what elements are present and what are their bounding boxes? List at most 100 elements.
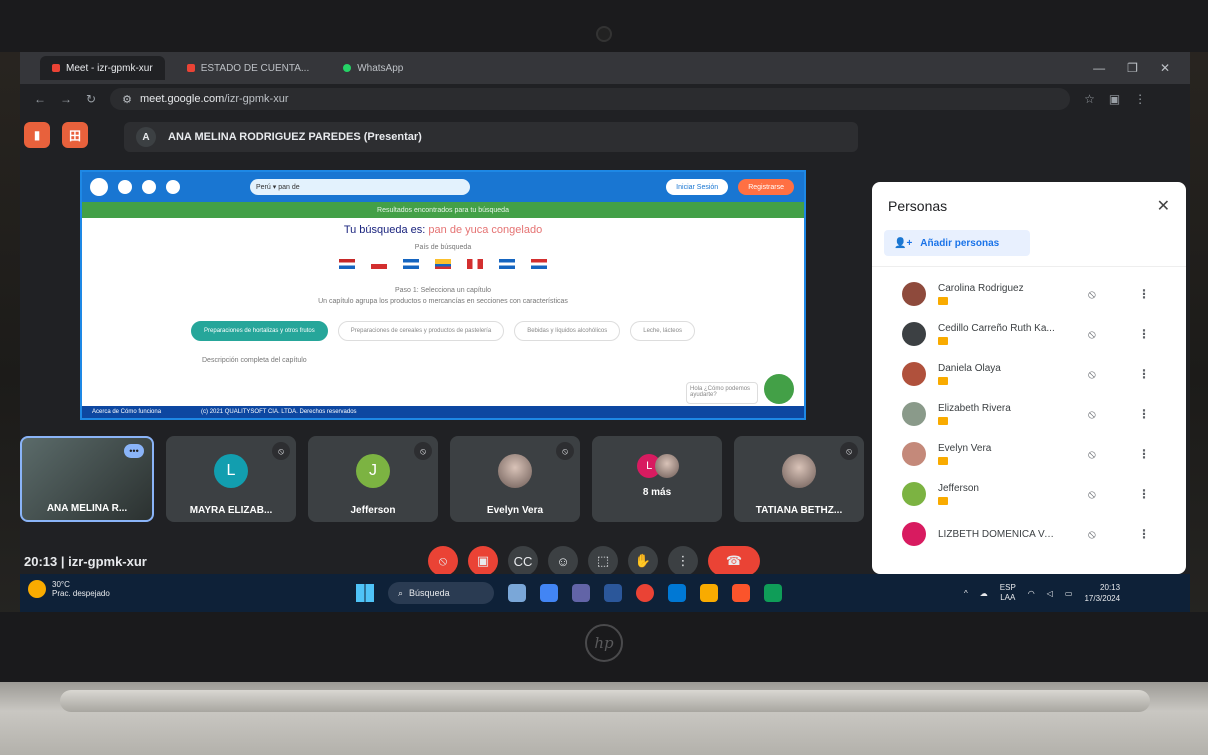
mic-off-icon[interactable]: ⦸ <box>1088 287 1096 302</box>
language-indicator[interactable]: ESP LAA <box>1000 583 1016 603</box>
presenter-bar: A ANA MELINA RODRIGUEZ PAREDES (Presenta… <box>124 122 858 152</box>
flag-icon <box>467 259 483 269</box>
more-options-icon[interactable]: ⋮ <box>1138 367 1150 381</box>
flag-icon <box>339 259 355 269</box>
close-icon[interactable]: ✕ <box>1157 196 1170 216</box>
description-label: Descripción completa del capítulo <box>202 357 307 364</box>
mic-off-icon[interactable]: ⦸ <box>1088 487 1096 502</box>
address-bar[interactable]: ⚙ meet.google.com/izr-gpmk-xur <box>110 88 1071 110</box>
calculator-app-icon[interactable] <box>764 584 782 602</box>
more-options-icon[interactable]: ⋮ <box>1138 407 1150 421</box>
presenting-icon <box>938 497 948 505</box>
minimize-icon[interactable]: — <box>1093 61 1105 75</box>
tab-whatsapp[interactable]: WhatsApp <box>331 56 415 80</box>
panel-title: Personas <box>888 198 948 214</box>
mic-off-icon[interactable]: ⦸ <box>1088 527 1096 542</box>
chrome-app-icon[interactable] <box>636 584 654 602</box>
people-list: Carolina Rodriguez ⦸ ⋮ Cedillo Carreño R… <box>872 274 1186 554</box>
more-options-icon[interactable]: ⋮ <box>1138 527 1150 541</box>
tab-label: WhatsApp <box>357 62 404 74</box>
reload-icon[interactable]: ↻ <box>86 92 96 106</box>
results-banner: Resultados encontrados para tu búsqueda <box>82 202 804 218</box>
word-app-icon[interactable] <box>604 584 622 602</box>
participant-tile[interactable]: ⦸ J Jefferson <box>308 436 438 522</box>
person-row[interactable]: Cedillo Carreño Ruth Ka... ⦸ ⋮ <box>902 314 1186 354</box>
more-options-icon[interactable]: ⋮ <box>1138 327 1150 341</box>
weather-temp: 30°C <box>52 580 70 589</box>
back-icon[interactable]: ← <box>34 92 46 106</box>
register-button: Registrarse <box>738 179 794 195</box>
person-row[interactable]: Elizabeth Rivera ⦸ ⋮ <box>902 394 1186 434</box>
mic-off-icon[interactable]: ⦸ <box>1088 447 1096 462</box>
menu-icon[interactable]: ⋮ <box>1134 92 1146 106</box>
person-name: Elizabeth Rivera <box>938 403 1011 414</box>
person-row[interactable]: Evelyn Vera ⦸ ⋮ <box>902 434 1186 474</box>
person-row[interactable]: Daniela Olaya ⦸ ⋮ <box>902 354 1186 394</box>
more-options-icon[interactable]: ••• <box>124 444 144 458</box>
laptop-screen: Meet - izr-gpmk-xur ESTADO DE CUENTA... … <box>20 52 1190 612</box>
participant-name: MAYRA ELIZAB... <box>189 505 273 516</box>
brave-app-icon[interactable] <box>732 584 750 602</box>
participant-tile[interactable]: ⦸ TATIANA BETHZ... <box>734 436 864 522</box>
wifi-icon[interactable]: ◠ <box>1028 589 1035 598</box>
chevron-up-icon[interactable]: ^ <box>964 589 968 598</box>
restore-icon[interactable]: ❐ <box>1127 61 1138 75</box>
more-options-button[interactable]: ⋮ <box>668 546 698 576</box>
star-icon[interactable]: ☆ <box>1084 92 1095 106</box>
more-options-icon[interactable]: ⋮ <box>1138 487 1150 501</box>
volume-icon[interactable]: ◁ <box>1047 589 1053 598</box>
battery-icon[interactable]: ▭ <box>1065 589 1073 598</box>
tab-meet[interactable]: Meet - izr-gpmk-xur <box>40 56 165 80</box>
person-row[interactable]: LIZBETH DOMENICA VA... ⦸ ⋮ <box>902 514 1186 554</box>
country-flags <box>82 259 804 269</box>
more-options-icon[interactable]: ⋮ <box>1138 287 1150 301</box>
flag-circle-icon <box>166 180 180 194</box>
mic-off-icon[interactable]: ⦸ <box>1088 367 1096 382</box>
person-name: Carolina Rodriguez <box>938 283 1024 294</box>
weather-widget[interactable]: 30°C Prac. despejado <box>28 580 110 598</box>
captions-button[interactable]: CC <box>508 546 538 576</box>
participant-tile-self[interactable]: ••• ANA MELINA R... <box>20 436 154 522</box>
search-title: Tu búsqueda es: pan de yuca congelado <box>82 224 804 236</box>
cloud-icon[interactable]: ☁ <box>980 589 988 598</box>
participant-tile[interactable]: ⦸ Evelyn Vera <box>450 436 580 522</box>
participant-photo <box>655 454 680 478</box>
more-options-icon[interactable]: ⋮ <box>1138 447 1150 461</box>
file-app-icon[interactable] <box>540 584 558 602</box>
person-name: Daniela Olaya <box>938 363 1001 374</box>
file-explorer-icon[interactable] <box>700 584 718 602</box>
site-info-icon[interactable]: ⚙ <box>122 93 132 106</box>
whiteboard-icon[interactable]: 田 <box>62 122 88 148</box>
webcam <box>596 26 612 42</box>
clock[interactable]: 20:13 17/3/2024 <box>1084 582 1120 604</box>
close-window-icon[interactable]: ✕ <box>1160 61 1170 75</box>
extensions-icon[interactable]: ▣ <box>1109 92 1120 106</box>
emoji-button[interactable]: ☺ <box>548 546 578 576</box>
site-search: Perú ▾ pan de <box>250 179 470 195</box>
add-people-button[interactable]: 👤+ Añadir personas <box>884 230 1030 256</box>
taskbar-search[interactable]: ⌕ Búsqueda <box>388 582 494 604</box>
store-app-icon[interactable] <box>668 584 686 602</box>
teams-app-icon[interactable] <box>572 584 590 602</box>
widgets-app-icon[interactable] <box>508 584 526 602</box>
windows-start-icon[interactable] <box>356 584 374 602</box>
person-row[interactable]: Carolina Rodriguez ⦸ ⋮ <box>902 274 1186 314</box>
mic-off-button[interactable]: ⦸ <box>428 546 458 576</box>
present-button[interactable]: ⬚ <box>588 546 618 576</box>
end-call-button[interactable]: ☎ <box>708 546 760 576</box>
activities-icon[interactable]: ▮ <box>24 122 50 148</box>
participant-avatar: J <box>356 454 390 488</box>
participant-avatar: L <box>214 454 248 488</box>
mic-off-icon[interactable]: ⦸ <box>1088 407 1096 422</box>
person-row[interactable]: Jefferson ⦸ ⋮ <box>902 474 1186 514</box>
mic-off-icon: ⦸ <box>556 442 574 460</box>
camera-off-button[interactable]: ▣ <box>468 546 498 576</box>
participant-tile-more[interactable]: L 8 más <box>592 436 722 522</box>
mic-off-icon[interactable]: ⦸ <box>1088 327 1096 342</box>
participant-tile[interactable]: ⦸ L MAYRA ELIZAB... <box>166 436 296 522</box>
participant-name: Jefferson <box>350 505 396 516</box>
windows-taskbar: 30°C Prac. despejado ⌕ Búsqueda ^ ☁ ESP … <box>20 574 1190 612</box>
raise-hand-button[interactable]: ✋ <box>628 546 658 576</box>
tab-estado-cuenta[interactable]: ESTADO DE CUENTA... <box>175 56 322 80</box>
forward-icon[interactable]: → <box>60 92 72 106</box>
